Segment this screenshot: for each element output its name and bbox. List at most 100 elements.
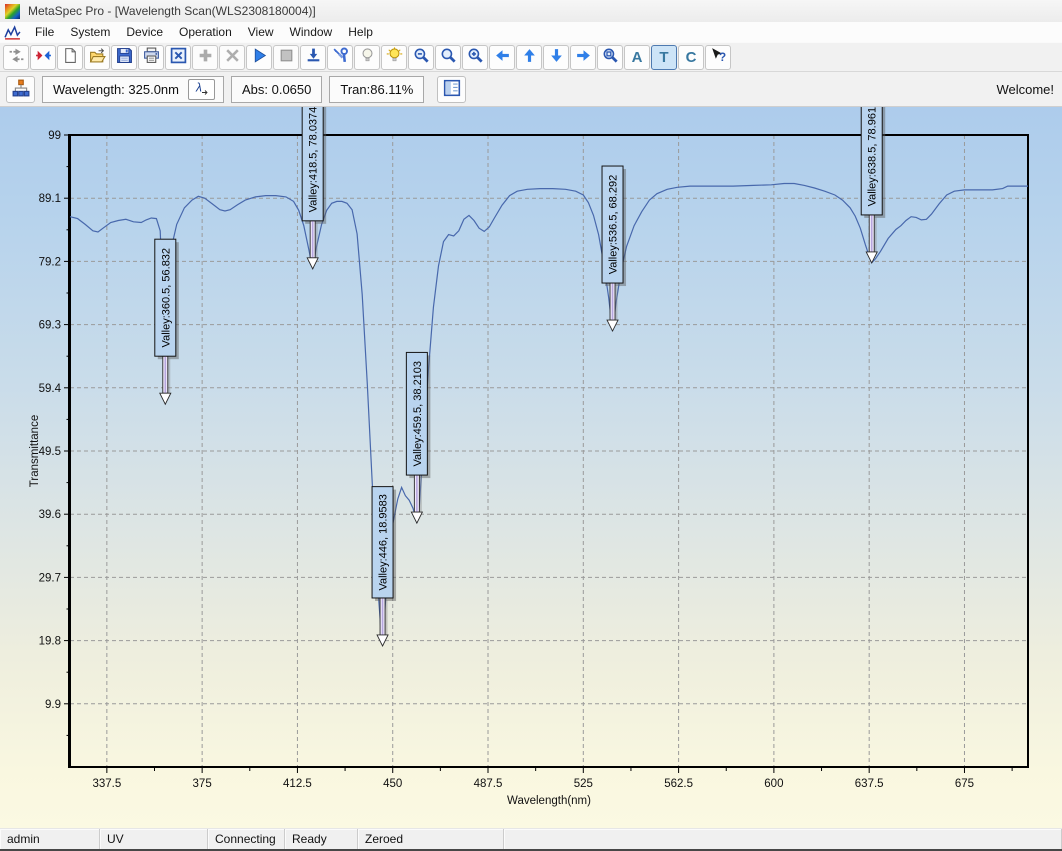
readout-toolbar: Wavelength: 325.0nm λ Abs: 0.0650 Tran:8… xyxy=(0,72,1062,107)
status-user: admin xyxy=(0,829,100,849)
valley-marker[interactable]: Valley:638.5, 78.9616 xyxy=(861,107,885,263)
lambda-icon: λ xyxy=(193,80,209,99)
lamp-on-button[interactable] xyxy=(381,45,407,70)
pan-up-button[interactable] xyxy=(516,45,542,70)
utilities-button[interactable] xyxy=(327,45,353,70)
zoom-out-button[interactable] xyxy=(408,45,434,70)
zoom-in-icon xyxy=(467,47,484,67)
add-button[interactable] xyxy=(192,45,218,70)
start-scan-icon xyxy=(251,47,268,67)
help-pointer-button[interactable]: ? xyxy=(705,45,731,70)
menu-help[interactable]: Help xyxy=(340,23,381,41)
y-tick-label: 29.7 xyxy=(39,572,61,584)
mode-abs-button[interactable]: A xyxy=(624,45,650,70)
pan-left-button[interactable] xyxy=(489,45,515,70)
export-excel-button[interactable] xyxy=(165,45,191,70)
pan-right-button[interactable] xyxy=(570,45,596,70)
menu-items: FileSystemDeviceOperationViewWindowHelp xyxy=(27,23,381,41)
wavelength-value: Wavelength: 325.0nm xyxy=(53,82,179,97)
align-probes-button[interactable] xyxy=(30,45,56,70)
print-icon xyxy=(143,47,160,67)
gridlines xyxy=(70,135,1028,767)
window-title: MetaSpec Pro - [Wavelength Scan(WLS23081… xyxy=(28,4,316,18)
mode-abs-icon: A xyxy=(632,50,643,65)
valley-marker[interactable]: Valley:418.5, 78.0374 xyxy=(302,107,326,269)
new-document-icon xyxy=(62,47,79,67)
export-excel-icon xyxy=(170,47,187,67)
valley-label: Valley:446, 18.9583 xyxy=(378,494,390,590)
transfer-arrows-button[interactable] xyxy=(3,45,29,70)
pan-up-icon xyxy=(521,47,538,67)
x-tick-label: 637.5 xyxy=(855,778,884,790)
menu-file[interactable]: File xyxy=(27,23,62,41)
status-bar: adminUVConnectingReadyZeroed xyxy=(0,828,1062,851)
y-tick-label: 39.6 xyxy=(39,509,61,521)
open-folder-button[interactable] xyxy=(84,45,110,70)
stop-scan-button[interactable] xyxy=(273,45,299,70)
status-zero: Zeroed xyxy=(358,829,504,849)
pan-down-icon xyxy=(548,47,565,67)
spectrum-chart[interactable]: 9.919.829.739.649.559.469.379.289.199337… xyxy=(0,107,1062,828)
status-connection: Connecting xyxy=(208,829,285,849)
goto-wavelength-button[interactable]: λ xyxy=(188,79,215,100)
start-scan-button[interactable] xyxy=(246,45,272,70)
x-tick-label: 375 xyxy=(193,778,212,790)
transfer-arrows-icon xyxy=(8,47,25,67)
y-tick-label: 59.4 xyxy=(39,383,62,395)
menu-view[interactable]: View xyxy=(240,23,282,41)
menu-device[interactable]: Device xyxy=(118,23,171,41)
menu-window[interactable]: Window xyxy=(282,23,341,41)
lamp-off-button[interactable] xyxy=(354,45,380,70)
pan-right-icon xyxy=(575,47,592,67)
y-tick-label: 19.8 xyxy=(39,636,61,648)
panel-toggle-button[interactable] xyxy=(437,76,466,103)
mode-conc-button[interactable]: C xyxy=(678,45,704,70)
chart-panel: 9.919.829.739.649.559.469.379.289.199337… xyxy=(0,107,1062,828)
help-pointer-icon: ? xyxy=(710,47,727,67)
lamp-on-icon xyxy=(386,47,403,67)
new-document-button[interactable] xyxy=(57,45,83,70)
status-filler xyxy=(504,829,1062,849)
stop-scan-icon xyxy=(278,47,295,67)
panel-grid-icon xyxy=(443,79,461,100)
zoom-normal-icon xyxy=(440,47,457,67)
sitemap-icon xyxy=(12,79,30,100)
valley-marker[interactable]: Valley:459.5, 38.2103 xyxy=(406,352,430,523)
zoom-out-icon xyxy=(413,47,430,67)
x-tick-label: 562.5 xyxy=(664,778,693,790)
y-axis-title: Transmittance xyxy=(29,415,41,487)
menubar: FileSystemDeviceOperationViewWindowHelp xyxy=(0,22,1062,42)
pan-left-icon xyxy=(494,47,511,67)
print-button[interactable] xyxy=(138,45,164,70)
delete-icon xyxy=(224,47,241,67)
add-icon xyxy=(197,47,214,67)
document-chart-icon[interactable] xyxy=(4,24,21,41)
x-tick-label: 525 xyxy=(574,778,593,790)
valley-marker[interactable]: Valley:360.5, 56.832 xyxy=(155,239,179,404)
svg-text:?: ? xyxy=(719,51,726,64)
mode-tran-icon: T xyxy=(659,50,668,65)
x-tick-label: 450 xyxy=(383,778,402,790)
collect-baseline-button[interactable] xyxy=(300,45,326,70)
valley-label: Valley:360.5, 56.832 xyxy=(160,248,172,347)
pan-down-button[interactable] xyxy=(543,45,569,70)
x-tick-label: 412.5 xyxy=(283,778,312,790)
device-connect-button[interactable] xyxy=(6,76,35,103)
menu-system[interactable]: System xyxy=(62,23,118,41)
zoom-restore-icon xyxy=(602,47,619,67)
valley-label: Valley:536.5, 68.292 xyxy=(608,175,620,274)
spectrum-curve xyxy=(70,184,1028,646)
lamp-off-icon xyxy=(359,47,376,67)
delete-button[interactable] xyxy=(219,45,245,70)
save-button[interactable] xyxy=(111,45,137,70)
zoom-normal-button[interactable] xyxy=(435,45,461,70)
zoom-restore-button[interactable] xyxy=(597,45,623,70)
main-toolbar: A TC? xyxy=(0,42,1062,72)
mode-tran-button[interactable]: T xyxy=(651,45,677,70)
zoom-in-button[interactable] xyxy=(462,45,488,70)
menu-operation[interactable]: Operation xyxy=(171,23,240,41)
valley-marker[interactable]: Valley:536.5, 68.292 xyxy=(602,166,626,331)
svg-text:λ: λ xyxy=(195,80,202,94)
valley-marker[interactable]: Valley:446, 18.9583 xyxy=(372,487,396,646)
utilities-icon xyxy=(332,47,349,67)
